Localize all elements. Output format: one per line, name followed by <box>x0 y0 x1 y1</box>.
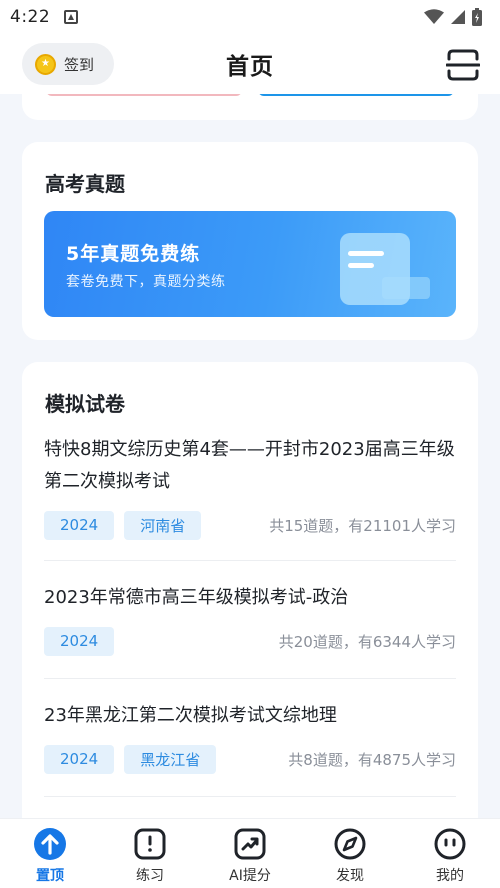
banner-subtitle: 套卷免费下，真题分类练 <box>66 274 226 290</box>
nav-label-top: 置顶 <box>36 868 64 884</box>
arrow-up-circle-icon <box>34 828 66 860</box>
signal-icon <box>451 10 465 24</box>
app-header: ★ 签到 首页 <box>0 34 500 94</box>
bottom-nav: 置顶 练习 AI提分 发现 我的 <box>0 818 500 888</box>
exam-stats: 共20道题，有6344人学习 <box>278 632 456 651</box>
status-indicators <box>424 8 482 26</box>
gaokao-title: 高考真题 <box>45 172 125 196</box>
nav-item-discover[interactable]: 发现 <box>300 819 400 888</box>
scan-icon[interactable] <box>446 48 480 82</box>
mock-exam-card: 模拟试卷 特快8期文综历史第4套——开封市2023届高三年级第二次模拟考试 20… <box>22 362 478 818</box>
battery-icon <box>472 8 482 26</box>
wifi-icon <box>424 9 444 24</box>
coin-icon: ★ <box>35 53 56 75</box>
exam-meta: 2024 黑龙江省 共8道题，有4875人学习 <box>44 744 456 774</box>
page-title: 首页 <box>226 54 274 80</box>
top-card-blue-strip <box>258 94 454 96</box>
province-tag: 黑龙江省 <box>124 744 217 774</box>
exam-list-item[interactable]: 23年黑龙江第二次模拟考试文综地理 2024 黑龙江省 共8道题，有4875人学… <box>44 700 456 774</box>
nav-item-ai[interactable]: AI提分 <box>200 819 300 888</box>
nav-item-practice[interactable]: 练习 <box>100 819 200 888</box>
exam-meta: 2024 河南省 共15道题，有21101人学习 <box>44 510 456 540</box>
compass-icon <box>334 828 366 860</box>
year-tag: 2024 <box>44 744 115 774</box>
top-card-pink-strip <box>46 94 242 96</box>
trend-chart-icon <box>234 828 266 860</box>
practice-book-icon <box>134 828 166 860</box>
nav-item-mine[interactable]: 我的 <box>400 819 500 888</box>
exam-list-item[interactable]: 2023年常德市高三年级模拟考试-政治 2024 共20道题，有6344人学习 <box>44 582 456 656</box>
divider <box>44 796 456 797</box>
divider <box>44 560 456 561</box>
exam-title: 特快8期文综历史第4套——开封市2023届高三年级第二次模拟考试 <box>44 439 455 492</box>
divider <box>44 678 456 679</box>
gaokao-banner[interactable]: 5年真题免费练 套卷免费下，真题分类练 <box>44 211 456 317</box>
checkin-label: 签到 <box>64 55 95 74</box>
exam-title: 2023年常德市高三年级模拟考试-政治 <box>44 587 349 608</box>
notification-app-icon <box>64 10 79 24</box>
top-card-partial <box>22 94 478 120</box>
profile-face-icon <box>434 828 466 860</box>
year-tag: 2024 <box>44 510 115 540</box>
province-tag: 河南省 <box>124 510 202 540</box>
nav-label-mine: 我的 <box>436 868 464 884</box>
document-illustration-icon <box>340 233 430 305</box>
status-time: 4:22 <box>10 7 51 27</box>
exam-list-item[interactable]: 特快8期文综历史第4套——开封市2023届高三年级第二次模拟考试 2024 河南… <box>44 434 456 540</box>
gaokao-card: 高考真题 5年真题免费练 套卷免费下，真题分类练 <box>22 142 478 340</box>
year-tag: 2024 <box>44 626 115 656</box>
main-content[interactable]: 高考真题 5年真题免费练 套卷免费下，真题分类练 模拟试卷 特快8期文综历史第4… <box>0 94 500 818</box>
exam-stats: 共15道题，有21101人学习 <box>269 516 456 535</box>
banner-title: 5年真题免费练 <box>66 243 201 265</box>
exam-stats: 共8道题，有4875人学习 <box>288 750 456 769</box>
exam-meta: 2024 共20道题，有6344人学习 <box>44 626 456 656</box>
mock-exam-title: 模拟试卷 <box>45 392 125 416</box>
nav-label-discover: 发现 <box>336 868 364 884</box>
nav-label-practice: 练习 <box>136 868 164 884</box>
nav-item-top[interactable]: 置顶 <box>0 819 100 888</box>
checkin-button[interactable]: ★ 签到 <box>22 43 114 85</box>
status-bar: 4:22 <box>0 0 500 34</box>
nav-label-ai: AI提分 <box>229 868 271 884</box>
exam-title: 23年黑龙江第二次模拟考试文综地理 <box>44 705 337 726</box>
